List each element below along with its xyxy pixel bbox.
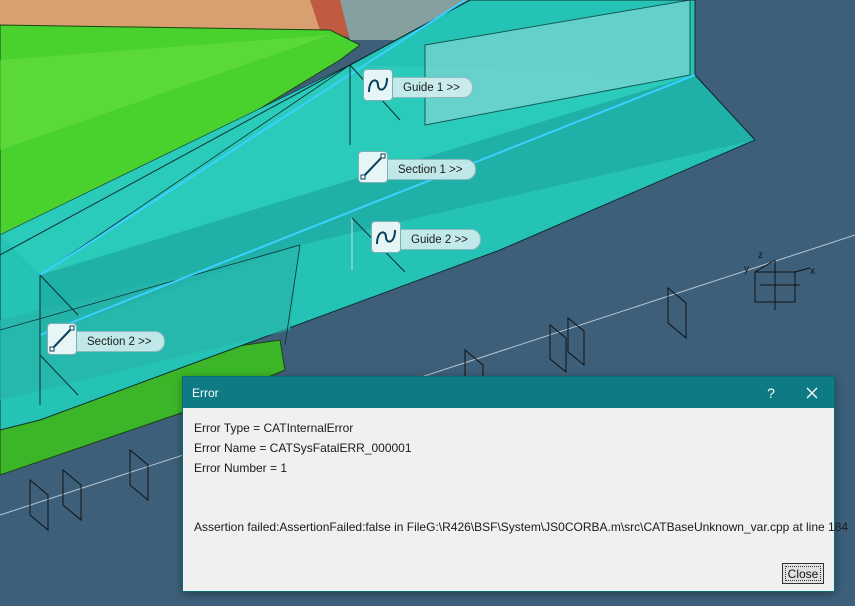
section-line-icon <box>47 323 77 355</box>
tag-section-2-label: Section 2 >> <box>87 335 152 348</box>
tag-guide-2[interactable]: Guide 2 >> <box>371 221 481 253</box>
axis-label-y: y <box>744 264 749 275</box>
tag-guide-2-label: Guide 2 >> <box>411 233 468 246</box>
dialog-titlebar[interactable]: Error ? <box>183 377 834 408</box>
help-button[interactable]: ? <box>761 383 781 403</box>
tag-section-1[interactable]: Section 1 >> <box>358 151 476 183</box>
assertion-message-text: Assertion failed:AssertionFailed:false i… <box>194 520 849 534</box>
guide-curve-icon <box>371 221 401 253</box>
axis-label-x: x <box>810 266 815 277</box>
close-button[interactable]: Close <box>782 563 824 584</box>
error-type-text: Error Type = CATInternalError <box>194 421 354 435</box>
axis-label-z: z <box>758 250 763 261</box>
dialog-title: Error <box>192 386 219 400</box>
close-icon[interactable] <box>801 383 823 403</box>
error-number-text: Error Number = 1 <box>194 461 288 475</box>
tag-guide-1-label: Guide 1 >> <box>403 81 460 94</box>
tag-section-2[interactable]: Section 2 >> <box>47 323 165 355</box>
error-name-text: Error Name = CATSysFatalERR_000001 <box>194 441 412 455</box>
tag-guide-1[interactable]: Guide 1 >> <box>363 69 473 101</box>
section-line-icon <box>358 151 388 183</box>
tag-section-1-label: Section 1 >> <box>398 163 463 176</box>
error-dialog: Error ? Error Type = CATInternalError Er… <box>182 376 848 592</box>
guide-curve-icon <box>363 69 393 101</box>
